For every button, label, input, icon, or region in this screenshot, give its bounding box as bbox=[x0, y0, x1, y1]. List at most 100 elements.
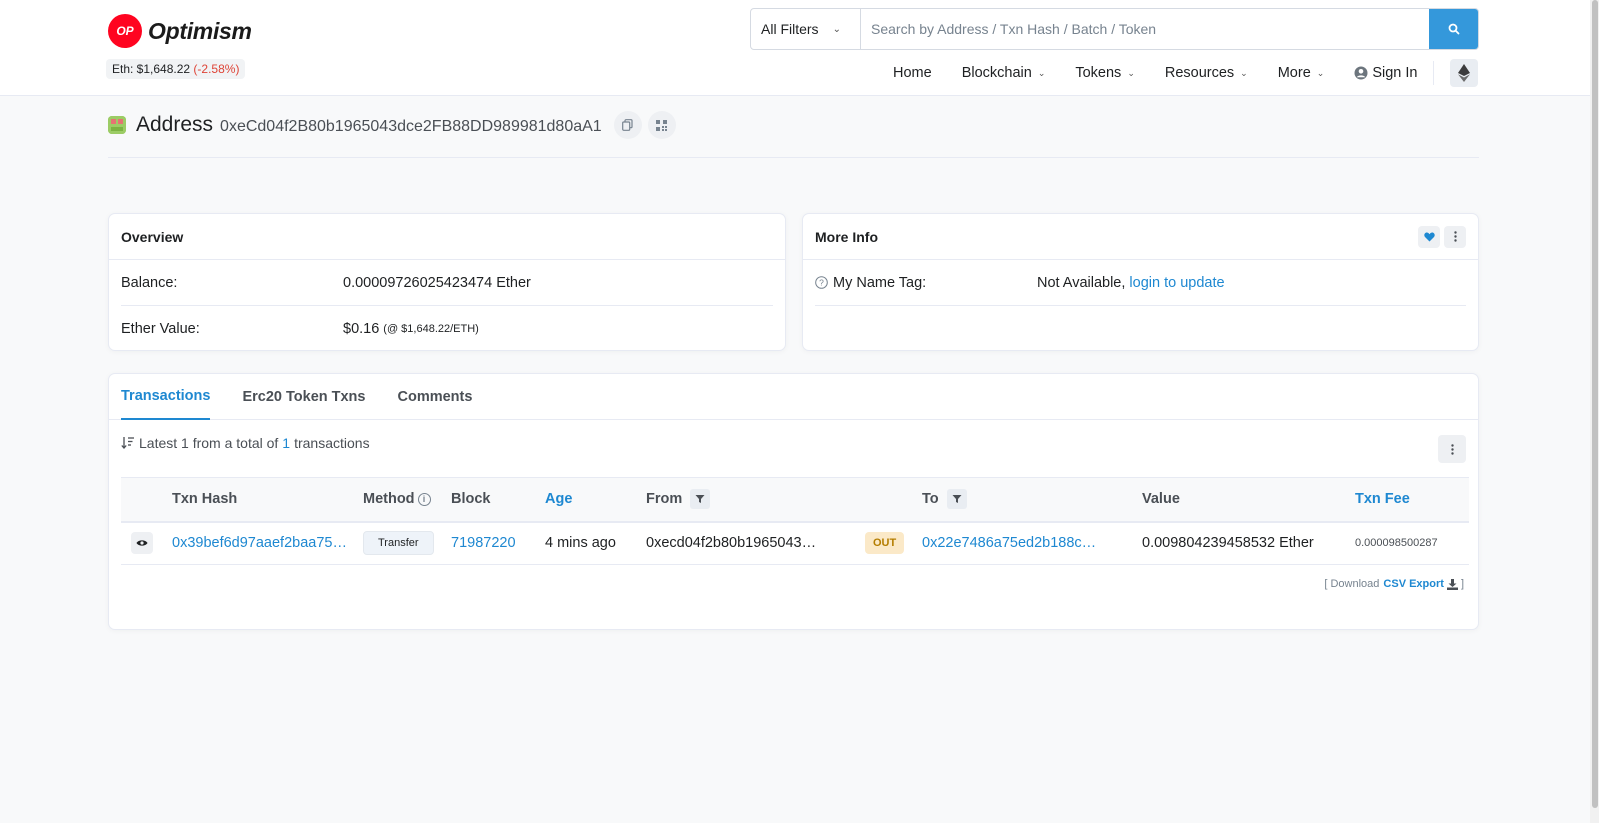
txn-summary-prefix: Latest 1 from a total of bbox=[139, 435, 279, 451]
txn-fee-cell: 0.000098500287 bbox=[1355, 537, 1438, 550]
header-to-label: To bbox=[922, 491, 939, 508]
qr-code-button[interactable] bbox=[647, 111, 676, 139]
search-icon bbox=[1448, 23, 1459, 35]
table-header-row: Txn Hash Method i Block Age From To Value… bbox=[121, 477, 1469, 522]
network-switch-button[interactable] bbox=[1450, 59, 1479, 87]
login-to-update-link[interactable]: login to update bbox=[1129, 275, 1224, 291]
header-divider bbox=[108, 157, 1479, 158]
header-direction bbox=[865, 478, 922, 522]
age-cell: 4 mins ago bbox=[545, 535, 616, 552]
more-options-button[interactable] bbox=[1444, 225, 1466, 248]
nav-blockchain[interactable]: Blockchain ⌄ bbox=[962, 65, 1046, 81]
page-title: Address bbox=[136, 113, 214, 136]
chevron-down-icon: ⌄ bbox=[1316, 67, 1325, 78]
eye-icon bbox=[136, 540, 148, 546]
more-info-header: More Info bbox=[803, 214, 1478, 260]
header-age[interactable]: Age bbox=[545, 478, 646, 522]
tab-comments[interactable]: Comments bbox=[397, 374, 472, 420]
name-tag-row: ? My Name Tag: Not Available, login to u… bbox=[815, 260, 1466, 306]
nav-sign-in[interactable]: Sign In bbox=[1354, 65, 1417, 81]
nav-resources-label: Resources bbox=[1164, 65, 1235, 81]
filter-icon[interactable] bbox=[946, 489, 967, 510]
search-button[interactable] bbox=[1429, 9, 1478, 49]
optimism-logo[interactable]: OP Optimism bbox=[108, 14, 252, 48]
overview-card: Overview Balance: 0.00009726025423474 Et… bbox=[108, 213, 786, 351]
svg-text:?: ? bbox=[819, 278, 824, 288]
header-method: Method i bbox=[363, 478, 451, 522]
view-details-button[interactable] bbox=[131, 532, 153, 555]
table-row: 0x39bef6d97aaef2baa75… Transfer 71987220… bbox=[121, 522, 1469, 565]
download-icon[interactable] bbox=[1446, 578, 1458, 590]
nav-tokens[interactable]: Tokens ⌄ bbox=[1075, 65, 1135, 81]
copy-address-button[interactable] bbox=[613, 111, 642, 139]
ethereum-icon bbox=[1458, 64, 1471, 82]
address-header: Address 0xeCd04f2B80b1965043dce2FB88DD98… bbox=[108, 110, 676, 140]
nav-resources[interactable]: Resources ⌄ bbox=[1165, 65, 1248, 81]
search-input[interactable] bbox=[861, 9, 1429, 49]
chevron-down-icon: ⌄ bbox=[832, 23, 841, 35]
header-txn-fee[interactable]: Txn Fee bbox=[1355, 478, 1469, 522]
favorite-button[interactable] bbox=[1418, 225, 1440, 248]
more-info-actions bbox=[1414, 225, 1466, 248]
chevron-down-icon: ⌄ bbox=[1037, 67, 1046, 78]
header-from-label: From bbox=[646, 491, 683, 508]
header-method-label: Method bbox=[363, 491, 415, 508]
nav-divider bbox=[1433, 61, 1435, 85]
txn-count-link[interactable]: 1 bbox=[282, 435, 290, 451]
search-filter-label: All Filters bbox=[761, 21, 819, 37]
from-address: 0xecd04f2b80b1965043… bbox=[646, 535, 817, 552]
user-circle-icon bbox=[1354, 66, 1368, 80]
nav-tokens-label: Tokens bbox=[1075, 65, 1122, 81]
method-badge: Transfer bbox=[363, 531, 434, 556]
vertical-ellipsis-icon bbox=[1450, 443, 1454, 455]
address-avatar bbox=[108, 116, 126, 134]
name-tag-value: Not Available, bbox=[1037, 274, 1126, 291]
csv-download: [ Download CSV Export ] bbox=[1324, 578, 1464, 590]
eth-price-change: (-2.58%) bbox=[193, 62, 240, 76]
header-eye bbox=[121, 478, 172, 522]
filter-icon[interactable] bbox=[690, 489, 711, 510]
transactions-card: Transactions Erc20 Token Txns Comments L… bbox=[108, 373, 1479, 630]
chevron-down-icon: ⌄ bbox=[1240, 67, 1248, 78]
block-link[interactable]: 71987220 bbox=[451, 535, 516, 551]
table-options-button[interactable] bbox=[1438, 435, 1466, 463]
logo-text: Optimism bbox=[148, 17, 252, 44]
nav-home-label: Home bbox=[893, 65, 932, 81]
info-icon[interactable]: i bbox=[417, 492, 431, 506]
address-hash: 0xeCd04f2B80b1965043dce2FB88DD989981d80a… bbox=[220, 117, 602, 135]
heart-icon bbox=[1423, 231, 1435, 241]
overview-title: Overview bbox=[109, 214, 785, 260]
copy-icon bbox=[622, 119, 633, 131]
more-info-title: More Info bbox=[815, 228, 878, 245]
vertical-ellipsis-icon bbox=[1453, 231, 1457, 242]
direction-badge: OUT bbox=[865, 532, 905, 555]
value-cell: 0.009804239458532 Ether bbox=[1142, 535, 1314, 552]
ether-value-rate: (@ $1,648.22/ETH) bbox=[383, 323, 479, 335]
chevron-down-icon: ⌄ bbox=[1127, 67, 1135, 78]
search-filter-select[interactable]: All Filters ⌄ bbox=[751, 9, 861, 49]
eth-price-badge: Eth: $1,648.22 (-2.58%) bbox=[106, 59, 246, 79]
sort-icon bbox=[121, 437, 134, 449]
csv-prefix: [ Download bbox=[1324, 578, 1380, 590]
csv-suffix: ] bbox=[1460, 578, 1464, 590]
tab-erc20-token-txns[interactable]: Erc20 Token Txns bbox=[242, 374, 365, 420]
nav-more[interactable]: More ⌄ bbox=[1278, 65, 1325, 81]
csv-export-link[interactable]: CSV Export bbox=[1383, 578, 1444, 590]
balance-label: Balance: bbox=[121, 274, 178, 291]
tab-transactions[interactable]: Transactions bbox=[121, 374, 211, 420]
nav-home[interactable]: Home bbox=[893, 65, 932, 81]
name-tag-label: My Name Tag: bbox=[833, 274, 927, 291]
scrollbar-thumb[interactable] bbox=[1592, 0, 1598, 808]
logo-mark: OP bbox=[108, 14, 142, 48]
top-header: OP Optimism Eth: $1,648.22 (-2.58%) All … bbox=[0, 0, 1590, 96]
question-circle-icon: ? bbox=[815, 276, 828, 289]
txn-summary: Latest 1 from a total of 1 transactions bbox=[121, 435, 370, 451]
transactions-table: Txn Hash Method i Block Age From To Value… bbox=[121, 477, 1469, 565]
header-to: To bbox=[922, 478, 1142, 522]
txn-hash-link[interactable]: 0x39bef6d97aaef2baa75… bbox=[172, 535, 347, 551]
to-address-link[interactable]: 0x22e7486a75ed2b188c… bbox=[922, 535, 1096, 551]
tab-bar: Transactions Erc20 Token Txns Comments bbox=[109, 374, 1478, 420]
txn-summary-suffix: transactions bbox=[294, 435, 370, 451]
search-bar: All Filters ⌄ bbox=[750, 8, 1479, 50]
nav-sign-in-label: Sign In bbox=[1372, 65, 1418, 81]
